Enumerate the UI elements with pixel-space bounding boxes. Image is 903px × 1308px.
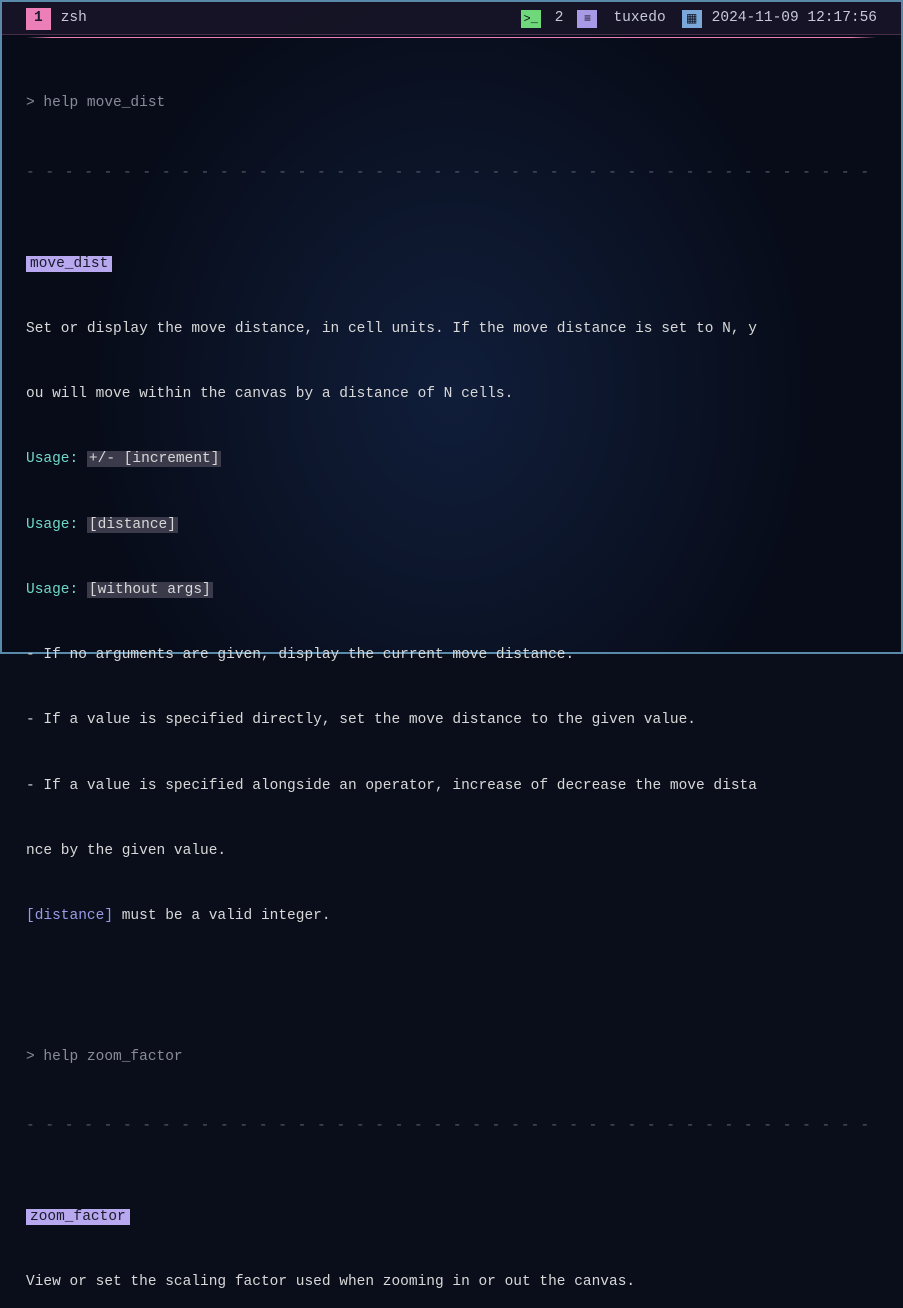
host-icon: ≡ <box>577 10 597 28</box>
help-bullet: - If no arguments are given, display the… <box>26 645 877 667</box>
usage-arg: [distance] <box>87 517 178 533</box>
prompt-symbol: > <box>26 95 43 111</box>
pane-count: 2 <box>551 8 568 30</box>
help-bullet: nce by the given value. <box>26 841 877 863</box>
prompt-symbol: > <box>26 1049 43 1065</box>
tab-title[interactable]: zsh <box>61 8 87 30</box>
help-title: move_dist <box>26 256 112 272</box>
terminal-icon: >_ <box>521 10 541 28</box>
help-bullet: - If a value is specified alongside an o… <box>26 776 877 798</box>
usage-label: Usage: <box>26 517 78 533</box>
help-desc: Set or display the move distance, in cel… <box>26 319 877 341</box>
terminal-output[interactable]: > help move_dist - - - - - - - - - - - -… <box>2 38 901 1308</box>
usage-arg: +/- [increment] <box>87 451 222 467</box>
command-text: help move_dist <box>43 95 165 111</box>
divider: - - - - - - - - - - - - - - - - - - - - … <box>26 163 877 185</box>
footnote-text: must be a valid integer. <box>113 908 331 924</box>
datetime: 2024-11-09 12:17:56 <box>712 8 877 30</box>
usage-label: Usage: <box>26 582 78 598</box>
divider: - - - - - - - - - - - - - - - - - - - - … <box>26 1116 877 1138</box>
tab-bar: 1 zsh >_ 2 ≡ tuxedo ▦ 2024-11-09 12:17:5… <box>2 2 901 35</box>
usage-arg: [without args] <box>87 582 213 598</box>
usage-label: Usage: <box>26 451 78 467</box>
hostname: tuxedo <box>607 8 671 30</box>
command-text: help zoom_factor <box>43 1049 182 1065</box>
help-desc: ou will move within the canvas by a dist… <box>26 384 877 406</box>
tab-number-badge[interactable]: 1 <box>26 8 51 30</box>
calendar-icon: ▦ <box>682 10 702 28</box>
help-title: zoom_factor <box>26 1209 130 1225</box>
arg-bracket: [distance] <box>26 908 113 924</box>
help-desc: View or set the scaling factor used when… <box>26 1272 877 1294</box>
help-bullet: - If a value is specified directly, set … <box>26 710 877 732</box>
